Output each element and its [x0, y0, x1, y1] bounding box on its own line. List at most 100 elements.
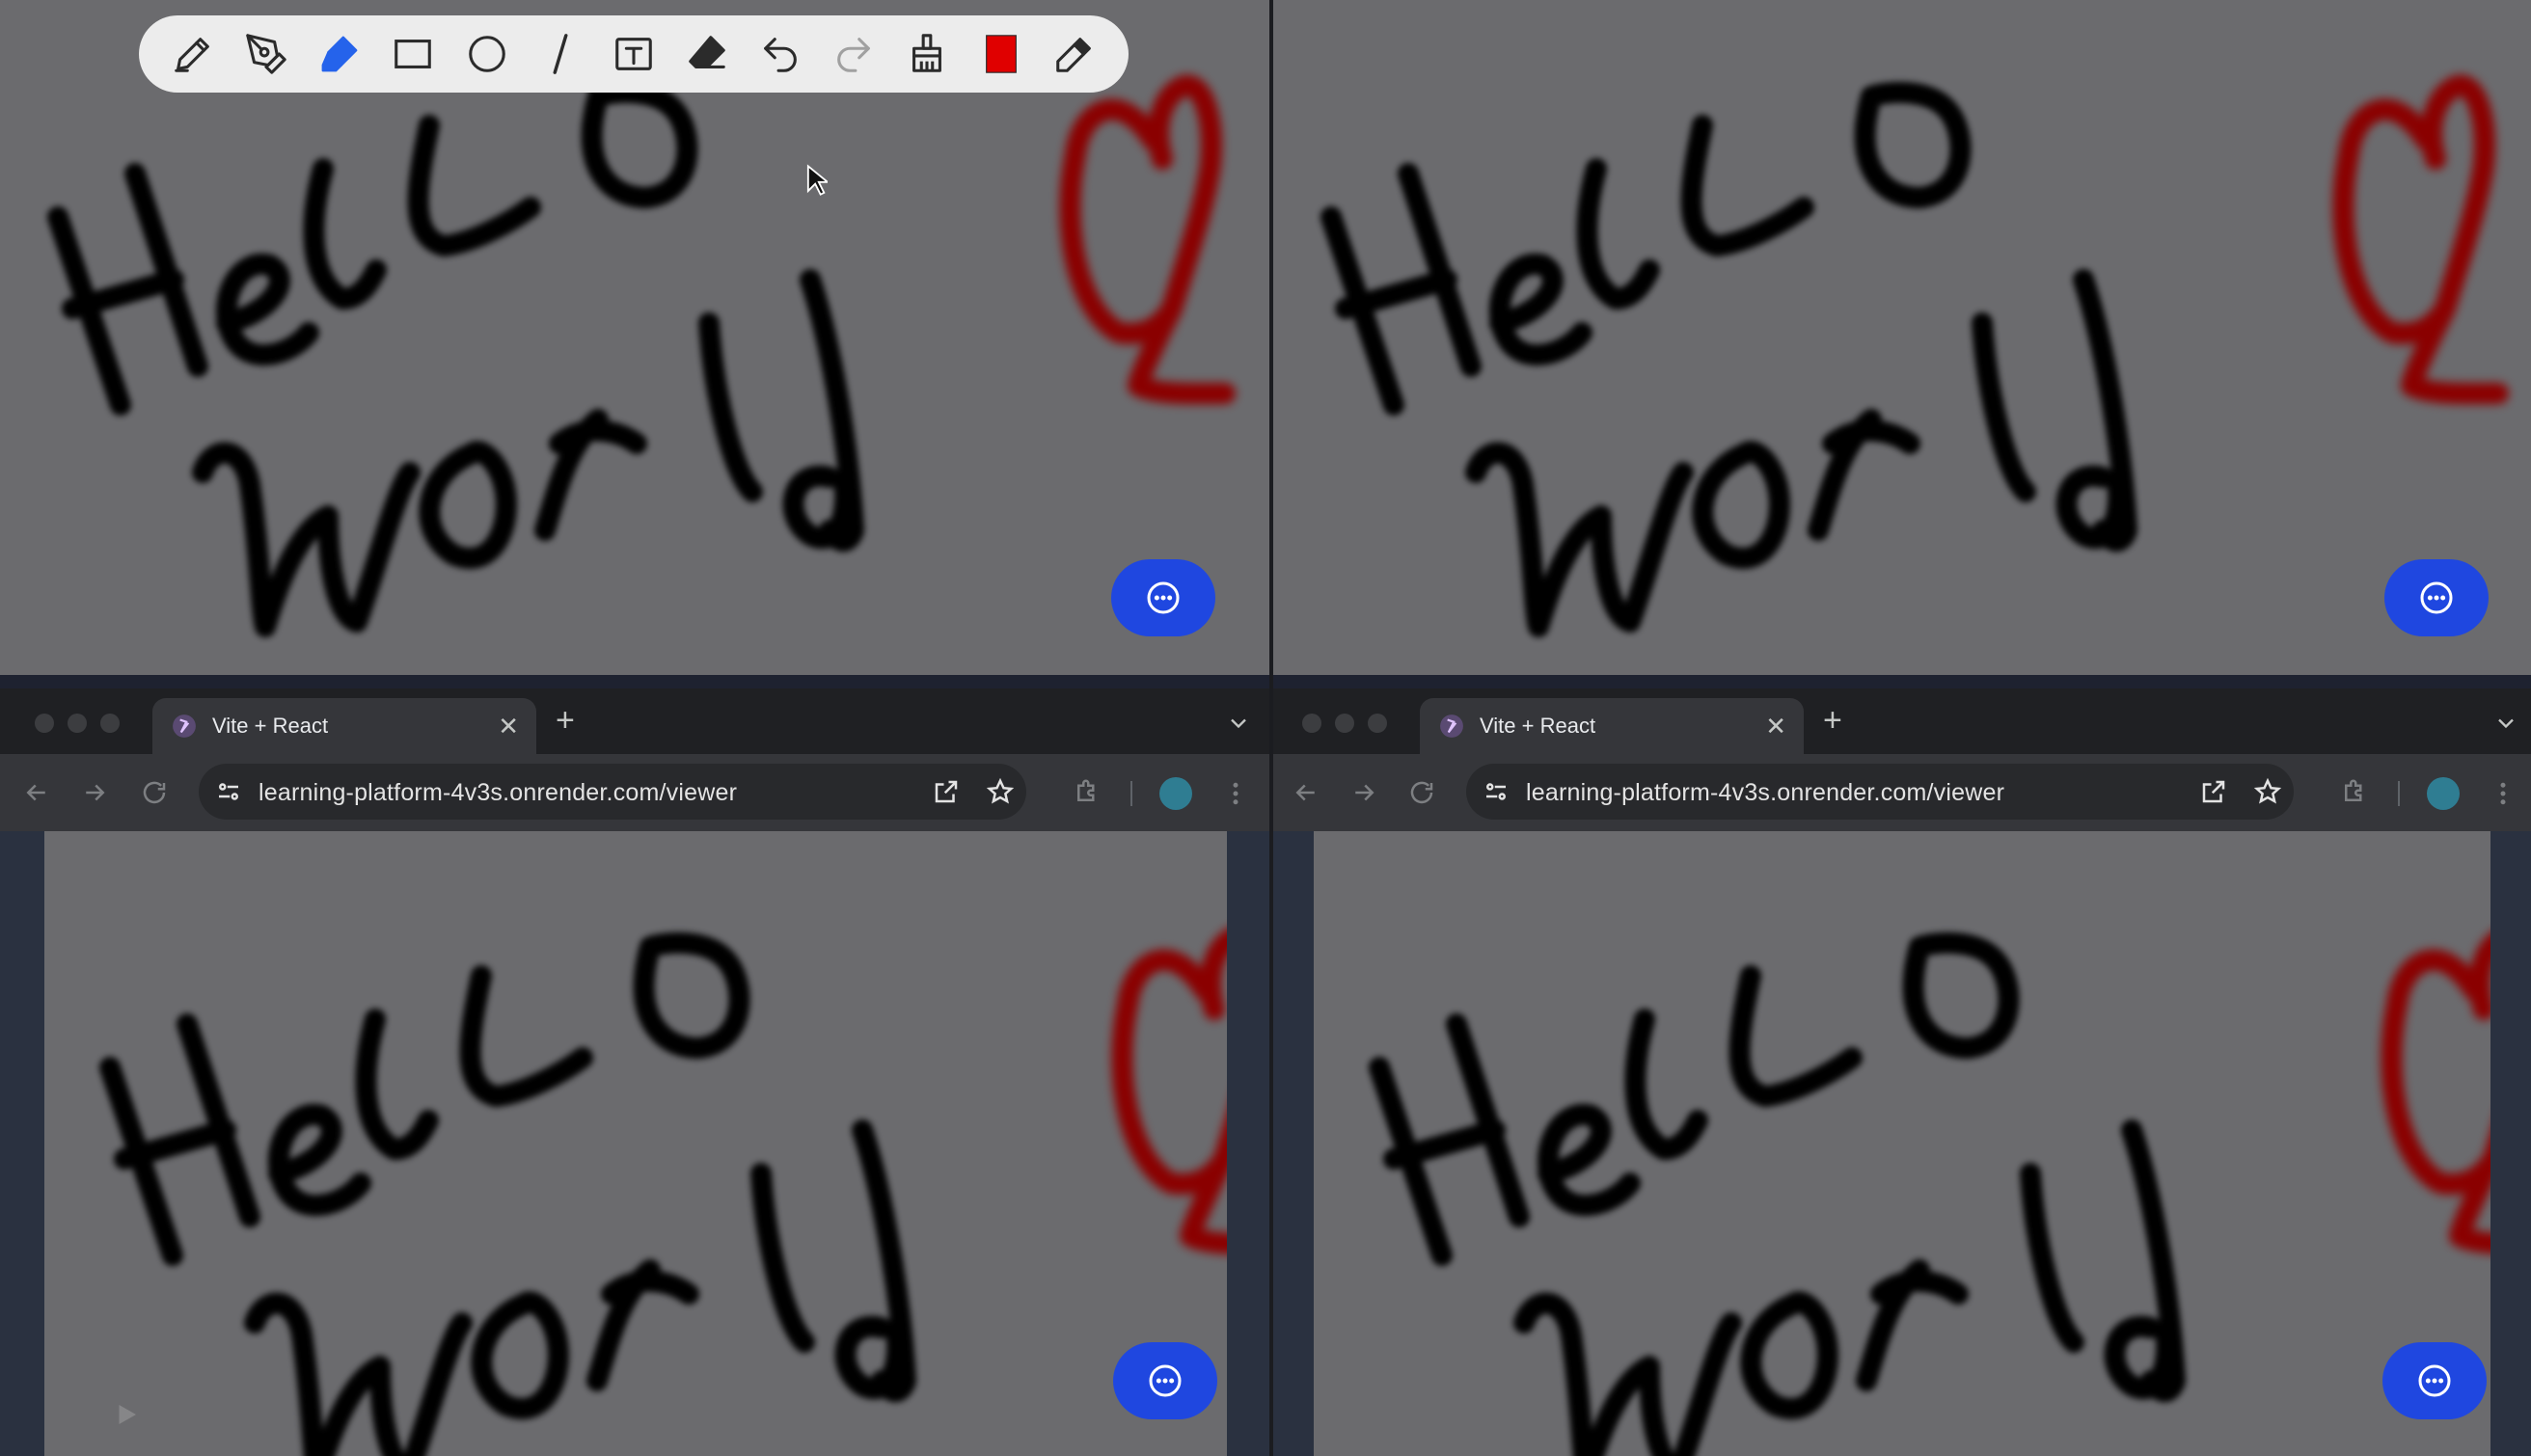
top-right-pane [1273, 0, 2531, 675]
toolbar-separator [1130, 781, 1132, 806]
back-button[interactable] [1287, 773, 1325, 812]
undo-button[interactable] [749, 23, 811, 85]
vite-favicon-icon [1440, 715, 1463, 738]
redo-button[interactable] [823, 23, 884, 85]
viewer-canvas [44, 831, 1227, 1456]
rectangle-icon [395, 40, 432, 68]
drawing-toolbar [139, 15, 1129, 93]
eraser-icon [689, 36, 725, 68]
tab-close-icon[interactable]: ✕ [1765, 712, 1786, 741]
more-options-icon [2420, 581, 2453, 614]
pen-tool-button[interactable] [235, 23, 297, 85]
text-tool-button[interactable] [603, 23, 665, 85]
tab-title: Vite + React [212, 714, 329, 738]
arrow-left-icon [26, 784, 45, 801]
tab-search-chevron-icon[interactable] [1225, 710, 1252, 737]
line-icon [553, 34, 568, 74]
chat-fab-button[interactable] [1113, 1342, 1217, 1419]
clear-canvas-button[interactable] [896, 23, 958, 85]
reload-icon [143, 781, 166, 804]
arrow-right-icon [86, 784, 105, 801]
horizontal-divider [0, 675, 2531, 688]
url-text[interactable]: learning-platform-4v3s.onrender.com/view… [1526, 779, 2004, 807]
more-options-icon [2418, 1364, 2451, 1397]
highlighter-tool-button[interactable] [309, 23, 370, 85]
pencil-tool-button[interactable] [162, 23, 224, 85]
eraser-tool-button[interactable] [676, 23, 738, 85]
extensions-puzzle-icon[interactable] [2340, 777, 2369, 806]
chat-fab-button[interactable] [2382, 1342, 2487, 1419]
color-swatch-button[interactable] [970, 23, 1032, 85]
circle-icon [468, 36, 505, 72]
open-in-new-icon[interactable] [932, 777, 961, 806]
site-settings-icon[interactable] [1482, 777, 1510, 806]
drawing-canvas[interactable] [0, 0, 1269, 675]
new-tab-button[interactable]: + [556, 704, 575, 737]
browser-tab[interactable]: Vite + React ✕ [152, 698, 536, 754]
pencil-icon [175, 38, 209, 72]
profile-avatar[interactable] [1159, 777, 1192, 810]
tab-strip: Vite + React ✕ + [0, 688, 1269, 754]
omnibox[interactable]: learning-platform-4v3s.onrender.com/view… [1466, 764, 2294, 820]
window-zoom-control[interactable] [100, 714, 120, 733]
site-settings-icon[interactable] [214, 777, 243, 806]
highlighter-icon [321, 36, 358, 72]
playback-controls [44, 1394, 527, 1433]
color-picker-button[interactable] [1044, 23, 1105, 85]
reload-icon [1410, 781, 1433, 804]
chat-fab-button[interactable] [2384, 559, 2489, 636]
top-left-pane [0, 0, 1269, 675]
color-swatch-icon [985, 35, 1017, 73]
tab-close-icon[interactable]: ✕ [498, 712, 519, 741]
back-button[interactable] [17, 773, 56, 812]
kebab-menu-icon[interactable] [1221, 779, 1250, 808]
more-options-icon [1149, 1364, 1182, 1397]
forward-button[interactable] [1345, 773, 1383, 812]
browser-tab[interactable]: Vite + React ✕ [1420, 698, 1804, 754]
tab-strip: Vite + React ✕ + [1273, 688, 2531, 754]
forward-button[interactable] [75, 773, 114, 812]
more-options-icon [1147, 581, 1180, 614]
window-minimize-control[interactable] [1335, 714, 1354, 733]
viewer-page [1273, 831, 2531, 1456]
redo-icon [837, 38, 871, 72]
open-in-new-icon[interactable] [2199, 777, 2228, 806]
hello-world-drawing [1273, 0, 2531, 675]
circle-tool-button[interactable] [456, 23, 518, 85]
reload-button[interactable] [135, 773, 174, 812]
line-tool-button[interactable] [530, 23, 591, 85]
extensions-puzzle-icon[interactable] [1073, 777, 1102, 806]
reload-button[interactable] [1402, 773, 1441, 812]
tab-search-chevron-icon[interactable] [2492, 710, 2519, 737]
window-close-control[interactable] [35, 714, 54, 733]
drawing-canvas [1273, 0, 2531, 675]
hello-world-drawing [44, 831, 1227, 1456]
vite-favicon-icon [173, 715, 196, 738]
eyedropper-icon [1055, 38, 1091, 72]
viewer-page [0, 831, 1269, 1456]
arrow-right-icon [1355, 784, 1374, 801]
text-box-icon [615, 38, 652, 70]
undo-icon [764, 38, 797, 72]
url-text[interactable]: learning-platform-4v3s.onrender.com/view… [259, 779, 737, 807]
bookmark-star-icon[interactable] [986, 777, 1015, 806]
window-close-control[interactable] [1302, 714, 1321, 733]
bottom-left-browser: Vite + React ✕ + learning-platform-4v3s.… [0, 688, 1269, 1456]
tab-title: Vite + React [1480, 714, 1596, 738]
window-zoom-control[interactable] [1368, 714, 1387, 733]
chat-fab-button[interactable] [1111, 559, 1215, 636]
kebab-menu-icon[interactable] [2489, 779, 2517, 808]
address-bar-row: learning-platform-4v3s.onrender.com/view… [1273, 754, 2531, 831]
bookmark-star-icon[interactable] [2253, 777, 2282, 806]
omnibox[interactable]: learning-platform-4v3s.onrender.com/view… [199, 764, 1026, 820]
hello-world-drawing [1314, 831, 2490, 1456]
hello-world-drawing [0, 0, 1269, 675]
play-icon[interactable] [112, 1400, 141, 1429]
broom-icon [912, 34, 942, 72]
rectangle-tool-button[interactable] [382, 23, 444, 85]
profile-avatar[interactable] [2427, 777, 2460, 810]
browser-chrome: Vite + React ✕ + learning-platform-4v3s.… [1273, 688, 2531, 831]
new-tab-button[interactable]: + [1823, 704, 1842, 737]
window-minimize-control[interactable] [68, 714, 87, 733]
viewer-canvas [1314, 831, 2490, 1456]
